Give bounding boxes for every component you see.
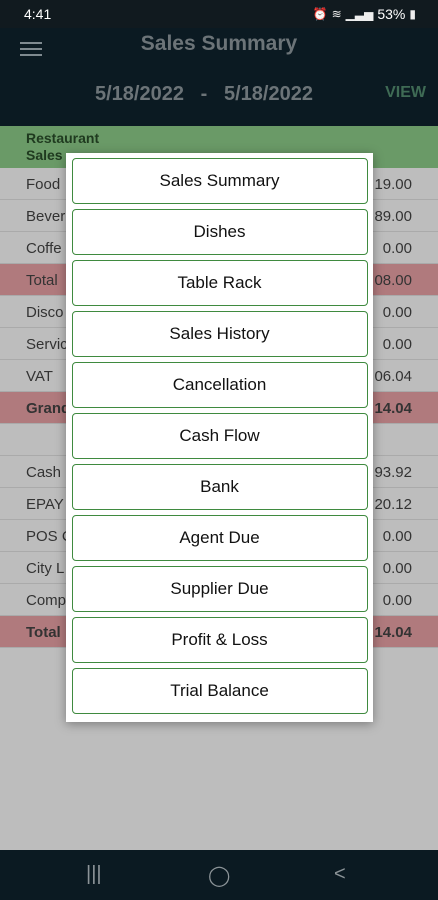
recents-icon[interactable]: ||| (86, 863, 102, 886)
row-label: Food (26, 176, 61, 193)
end-date[interactable]: 5/18/2022 (224, 83, 313, 105)
menu-item-agent-due[interactable]: Agent Due (71, 515, 368, 561)
menu-item-profit-loss[interactable]: Profit & Loss (71, 617, 368, 663)
row-label: Grand (26, 400, 71, 417)
start-date[interactable]: 5/18/2022 (95, 83, 184, 105)
menu-item-cancellation[interactable]: Cancellation (71, 362, 368, 408)
date-range: 5/18/2022 - 5/18/2022 (0, 83, 438, 106)
row-label: Comp (26, 592, 67, 609)
row-label: Total (26, 272, 58, 289)
report-menu-popup: Sales Summary Dishes Table Rack Sales Hi… (66, 153, 373, 722)
row-label: Coffe (26, 240, 62, 257)
row-value: 0.00 (382, 560, 412, 577)
menu-item-sales-history[interactable]: Sales History (71, 311, 368, 357)
row-label: EPAY (26, 496, 64, 513)
row-value: 0.00 (382, 592, 412, 609)
row-value: 0.00 (382, 336, 412, 353)
row-value: 14.04 (374, 624, 412, 641)
status-icons: ⏰ ≋ ▁▃▅ 53% ▮ (313, 6, 416, 22)
row-value: 19.00 (374, 176, 412, 193)
view-button[interactable]: VIEW (385, 84, 426, 102)
row-value: 93.92 (374, 464, 412, 481)
menu-item-bank[interactable]: Bank (71, 464, 368, 510)
page-title: Sales Summary (140, 32, 298, 55)
row-value: 89.00 (374, 208, 412, 225)
menu-item-cash-flow[interactable]: Cash Flow (71, 413, 368, 459)
alarm-icon: ⏰ (312, 7, 328, 21)
row-label: City L (26, 560, 65, 577)
row-value: 0.00 (382, 304, 412, 321)
status-bar: 4:41 ⏰ ≋ ▁▃▅ 53% ▮ (0, 0, 438, 28)
row-label: Servic (26, 336, 68, 353)
row-value: 06.04 (374, 368, 412, 385)
system-nav-bar: ||| ◯ < (0, 850, 438, 900)
signal-icon: ▁▃▅ (345, 7, 374, 21)
back-icon[interactable]: < (334, 863, 346, 886)
wifi-icon: ≋ (331, 7, 342, 21)
home-icon[interactable]: ◯ (208, 863, 230, 888)
menu-item-dishes[interactable]: Dishes (71, 209, 368, 255)
menu-item-trial-balance[interactable]: Trial Balance (71, 668, 368, 714)
row-label: Cash (26, 464, 62, 481)
row-value: 0.00 (382, 528, 412, 545)
app-bar: Sales Summary 5/18/2022 - 5/18/2022 VIEW (0, 28, 438, 126)
menu-item-table-rack[interactable]: Table Rack (71, 260, 368, 306)
row-value: 0.00 (382, 240, 412, 257)
battery-icon: ▮ (409, 7, 416, 21)
battery-text: 53% (377, 6, 406, 22)
row-label: Bever (26, 208, 66, 225)
row-label: VAT (26, 368, 53, 385)
row-value: 08.00 (374, 272, 412, 289)
date-separator: - (200, 83, 208, 105)
row-label: Disco (26, 304, 64, 321)
status-time: 4:41 (24, 6, 52, 22)
row-label: Total (26, 624, 61, 641)
row-value: 14.04 (374, 400, 412, 417)
header-line1: Restaurant (26, 130, 100, 146)
menu-item-supplier-due[interactable]: Supplier Due (71, 566, 368, 612)
menu-item-sales-summary[interactable]: Sales Summary (71, 158, 368, 204)
row-value: 20.12 (374, 496, 412, 513)
